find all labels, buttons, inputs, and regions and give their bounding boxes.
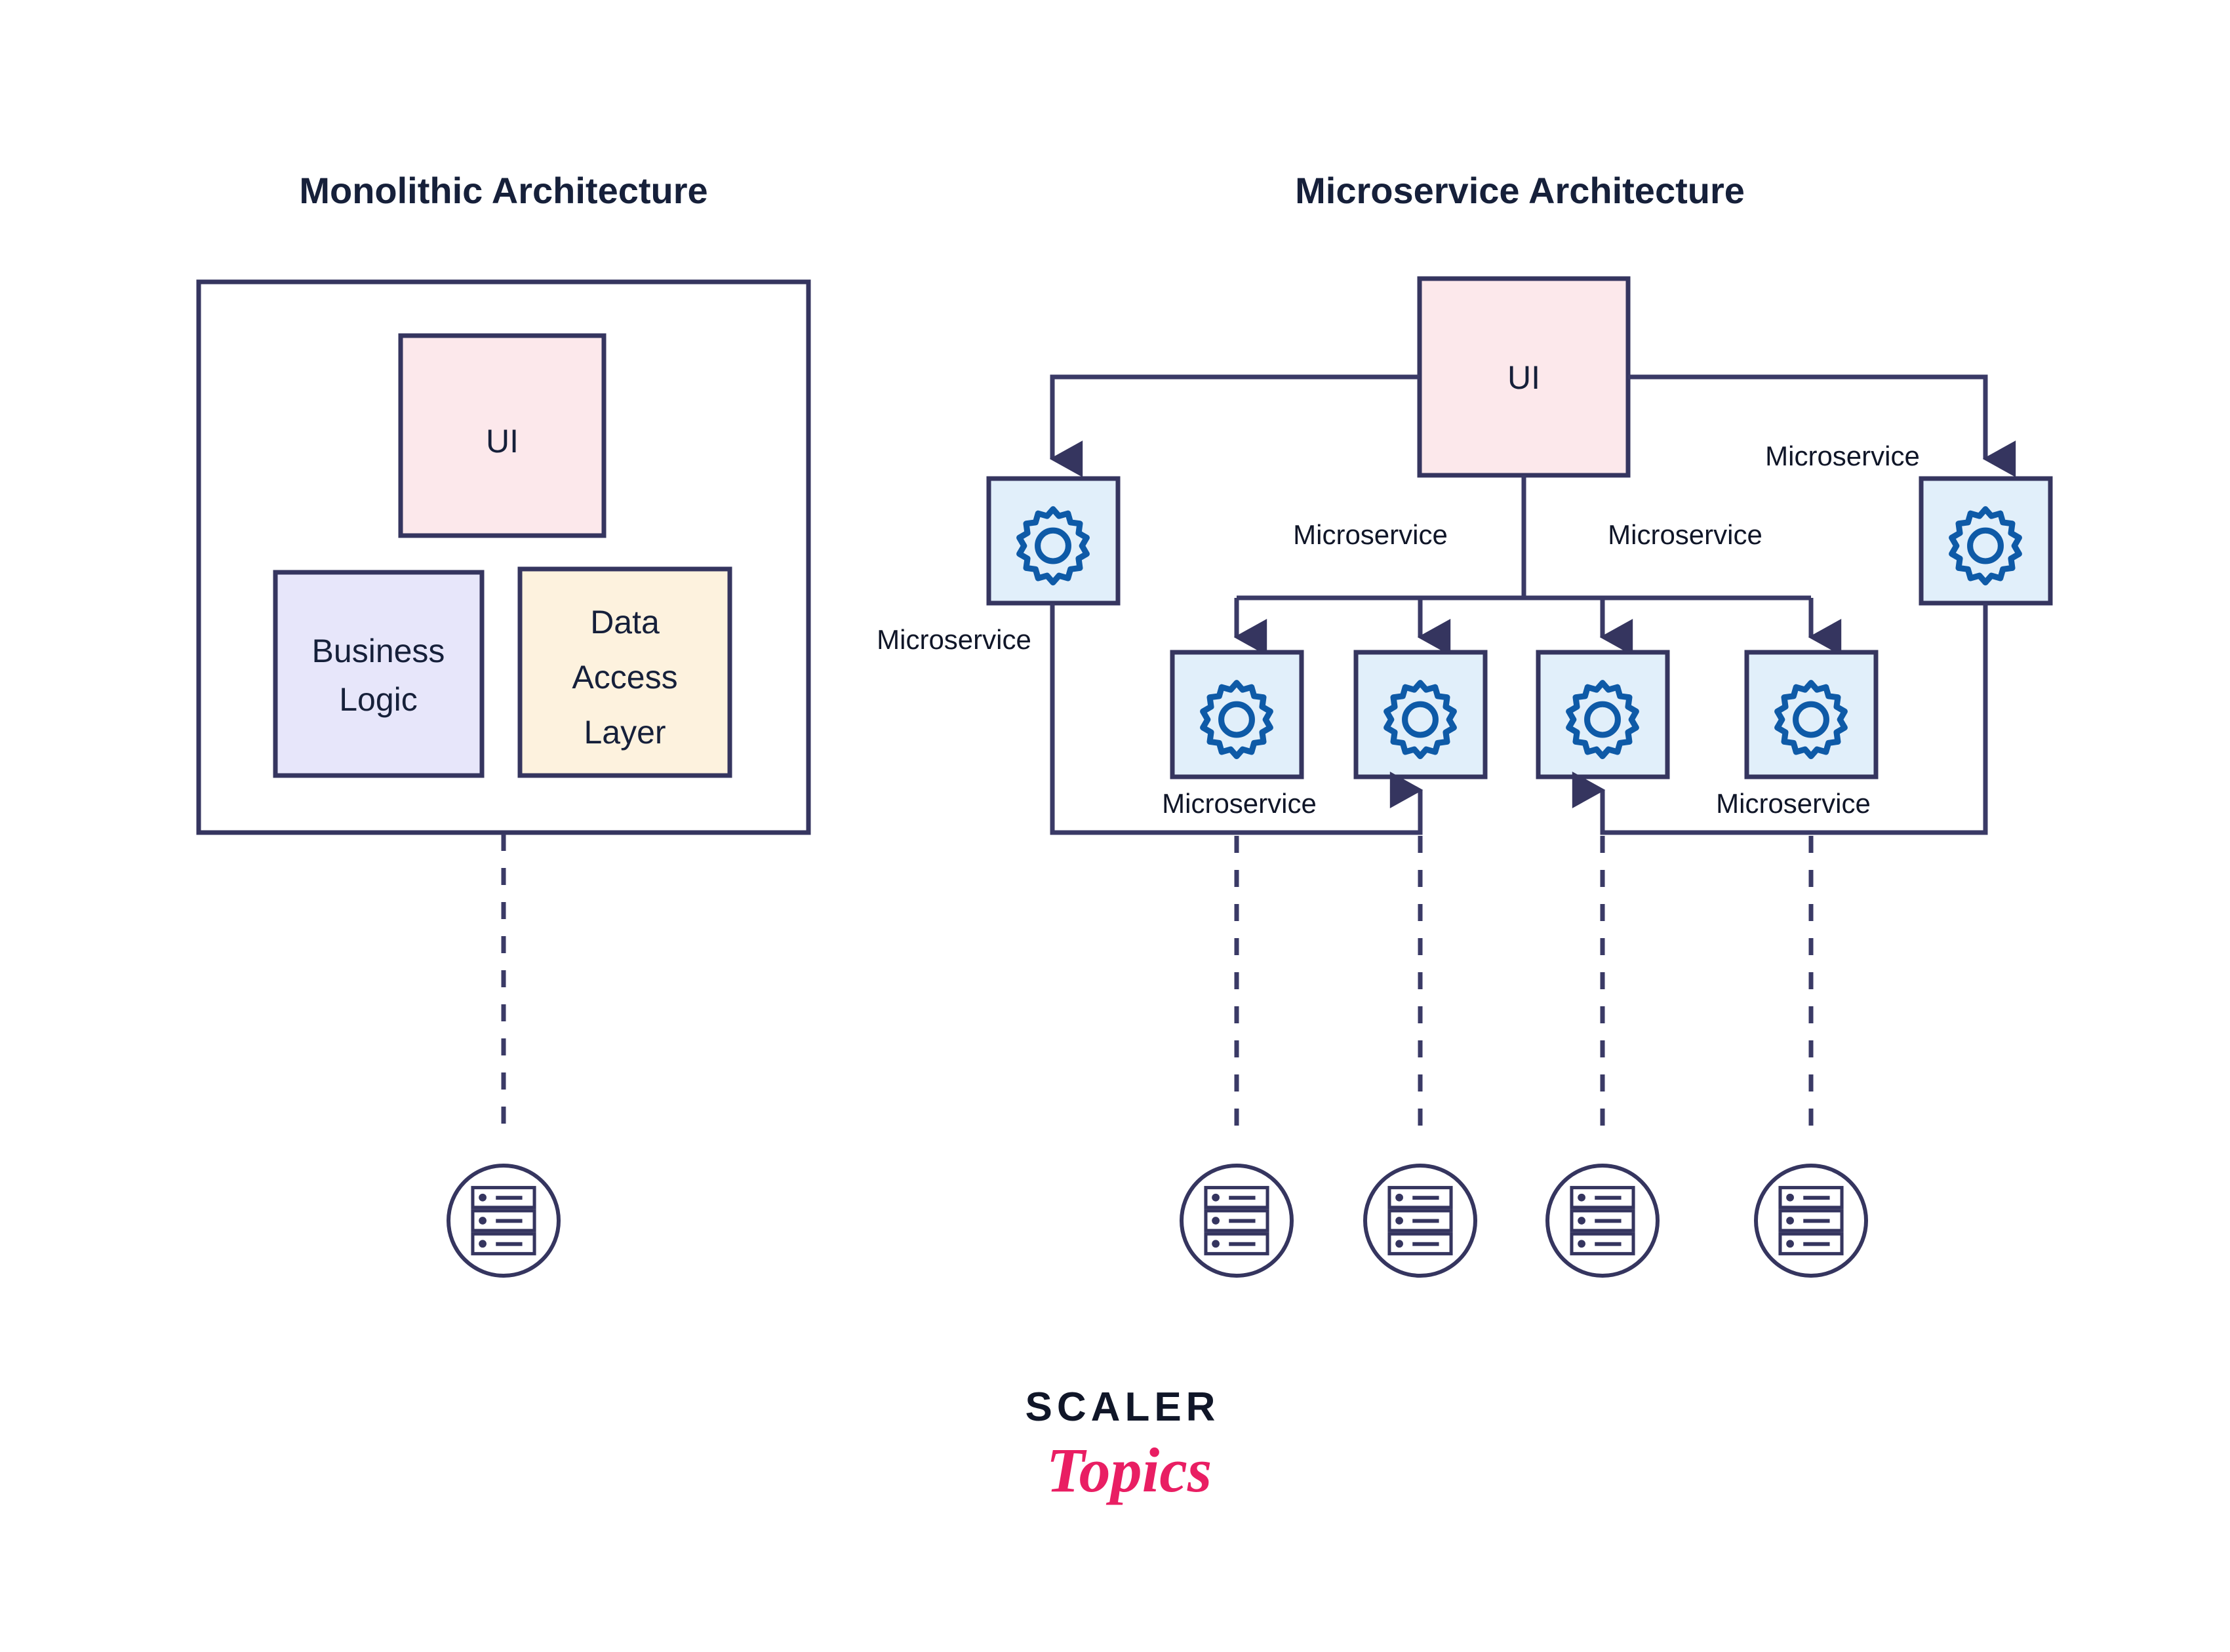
edge-label-bottom-left: Microservice bbox=[1162, 788, 1317, 819]
monolith-business-logic-block[interactable] bbox=[273, 570, 485, 778]
edge-label-right: Microservice bbox=[1765, 441, 1920, 471]
monolith-data-access-label-line2: Access bbox=[572, 659, 677, 696]
edge-label-left: Microservice bbox=[877, 624, 1031, 655]
edge-label-bottom-right: Microservice bbox=[1716, 788, 1871, 819]
monolith-data-access-label-line3: Layer bbox=[584, 714, 666, 751]
logo-primary-text: SCALER bbox=[1025, 1385, 1220, 1430]
edge-label-center-right: Microservice bbox=[1608, 519, 1762, 550]
microservice-ui-label: UI bbox=[1507, 359, 1540, 396]
monolith-data-access-label-line1: Data bbox=[590, 604, 660, 640]
edge-label-center-left: Microservice bbox=[1293, 519, 1448, 550]
monolith-business-logic-label-line2: Logic bbox=[339, 681, 418, 718]
microservice-panel-title: Microservice Architecture bbox=[1295, 170, 1745, 211]
architecture-diagram: Monolithic Architecture UI Business Logi… bbox=[196, 170, 2053, 1505]
monolith-panel-title: Monolithic Architecture bbox=[299, 170, 707, 211]
diagram-canvas: Monolithic Architecture UI Business Logi… bbox=[0, 0, 2230, 1652]
monolith-ui-label: UI bbox=[486, 423, 519, 460]
monolith-business-logic-label-line1: Business bbox=[312, 633, 445, 669]
logo-secondary-text: Topics bbox=[1046, 1435, 1212, 1505]
ui-to-left-microservice-edge bbox=[1049, 374, 1420, 477]
